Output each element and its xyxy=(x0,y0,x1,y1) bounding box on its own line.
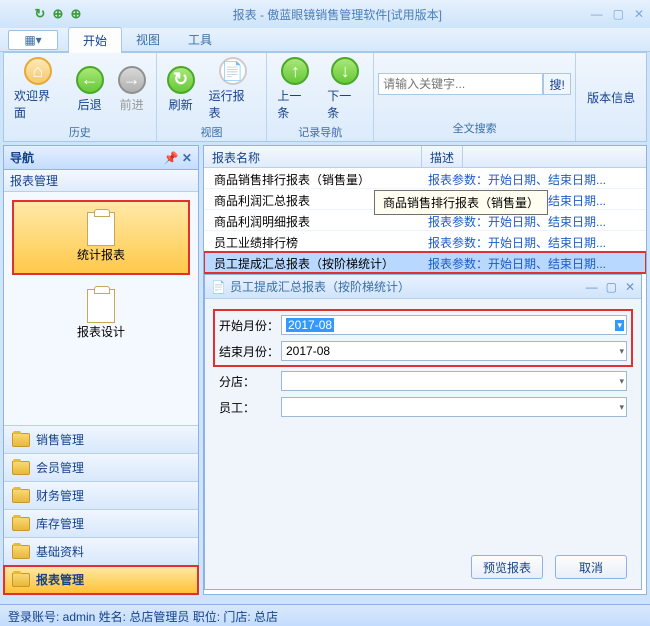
nav-panel: 导航📌 ✕ 报表管理 统计报表 报表设计 销售管理 会员管理 财务管理 库存管理… xyxy=(3,145,199,595)
branch-input[interactable]: ▾ xyxy=(281,371,627,391)
home-icon: ⌂ xyxy=(24,57,52,85)
up-icon: ↑ xyxy=(281,57,309,85)
nav-title: 导航📌 ✕ xyxy=(4,146,198,170)
clipboard-icon xyxy=(87,212,115,246)
dlg-max-icon[interactable]: ▢ xyxy=(606,280,617,294)
folder-icon xyxy=(12,517,30,531)
forward-button[interactable]: →前进 xyxy=(112,64,152,115)
chevron-down-icon[interactable]: ▾ xyxy=(619,402,624,413)
window-title: 报表 - 傲蓝眼镜销售管理软件[试用版本] xyxy=(84,6,591,23)
content-panel: 报表名称 描述 商品销售排行报表（销售量）报表参数：开始日期、结束日期... 商… xyxy=(203,145,647,595)
minimize-icon[interactable]: — xyxy=(591,7,603,21)
version-button[interactable]: 版本信息 xyxy=(576,53,646,141)
chevron-down-icon[interactable]: ▾ xyxy=(619,346,624,357)
qat-next-icon[interactable]: ⊕ xyxy=(68,6,84,22)
back-button[interactable]: ←后退 xyxy=(70,64,110,115)
ribbon-group-history: ⌂欢迎界面 ←后退 →前进 历史 xyxy=(4,53,157,141)
folder-icon xyxy=(12,461,30,475)
chevron-down-icon[interactable]: ▾ xyxy=(619,376,624,387)
search-input[interactable] xyxy=(378,73,543,95)
dlg-close-icon[interactable]: ✕ xyxy=(625,280,635,294)
grid-header: 报表名称 描述 xyxy=(204,146,646,168)
folder-icon xyxy=(12,545,30,559)
start-month-input[interactable]: 2017-08▾ xyxy=(281,315,627,335)
preview-button[interactable]: 预览报表 xyxy=(471,555,543,579)
folder-icon xyxy=(12,573,30,587)
tooltip: 商品销售排行报表（销售量） xyxy=(374,190,548,215)
nav-cat-sales[interactable]: 销售管理 xyxy=(4,426,198,454)
branch-label: 分店： xyxy=(219,373,281,390)
titlebar: ↻ ⊕ ⊕ 报表 - 傲蓝眼镜销售管理软件[试用版本] — ▢ ✕ xyxy=(0,0,650,28)
table-row[interactable]: 员工提成汇总报表（按阶梯统计）报表参数：开始日期、结束日期... xyxy=(204,252,646,273)
cancel-button[interactable]: 取消 xyxy=(555,555,627,579)
dialog-title[interactable]: 📄 员工提成汇总报表（按阶梯统计） —▢✕ xyxy=(205,275,641,299)
dlg-min-icon[interactable]: — xyxy=(586,280,598,294)
table-row[interactable]: 商品销售排行报表（销售量）报表参数：开始日期、结束日期... xyxy=(204,168,646,189)
nav-item-stats-report[interactable]: 统计报表 xyxy=(12,200,190,275)
param-dialog: 📄 员工提成汇总报表（按阶梯统计） —▢✕ 开始月份：2017-08▾ 结束月份… xyxy=(204,274,642,590)
start-month-label: 开始月份： xyxy=(219,317,281,334)
nav-section-header: 报表管理 xyxy=(4,170,198,192)
nav-item-report-design[interactable]: 报表设计 xyxy=(12,279,190,350)
maximize-icon[interactable]: ▢ xyxy=(613,7,624,21)
table-row[interactable]: 员工业绩排行榜报表参数：开始日期、结束日期... xyxy=(204,231,646,252)
ribbon-group-search: 搜! 全文搜索 xyxy=(374,53,576,141)
run-report-button[interactable]: 📄运行报表 xyxy=(203,55,263,123)
col-report-name[interactable]: 报表名称 xyxy=(204,146,422,167)
qat-prev-icon[interactable]: ⊕ xyxy=(50,6,66,22)
nav-cat-basic[interactable]: 基础资料 xyxy=(4,538,198,566)
ribbon-group-view: ↻刷新 📄运行报表 视图 xyxy=(157,53,268,141)
chevron-down-icon[interactable]: ▾ xyxy=(615,320,624,331)
nav-cat-member[interactable]: 会员管理 xyxy=(4,454,198,482)
nav-cat-finance[interactable]: 财务管理 xyxy=(4,482,198,510)
down-icon: ↓ xyxy=(331,57,359,85)
next-record-button[interactable]: ↓下一条 xyxy=(321,55,369,123)
menubar: ▦▾ 开始 视图 工具 xyxy=(0,28,650,52)
col-description[interactable]: 描述 xyxy=(422,146,463,167)
employee-input[interactable]: ▾ xyxy=(281,397,627,417)
folder-icon xyxy=(12,489,30,503)
ribbon: ⌂欢迎界面 ←后退 →前进 历史 ↻刷新 📄运行报表 视图 ↑上一条 ↓下一条 … xyxy=(3,52,647,142)
date-range-group: 开始月份：2017-08▾ 结束月份：2017-08▾ xyxy=(215,311,631,365)
refresh-button[interactable]: ↻刷新 xyxy=(161,64,201,115)
tab-start[interactable]: 开始 xyxy=(68,27,122,53)
end-month-label: 结束月份： xyxy=(219,343,281,360)
refresh-icon: ↻ xyxy=(167,66,195,94)
back-icon: ← xyxy=(76,66,104,94)
pin-icon[interactable]: 📌 ✕ xyxy=(164,151,192,165)
forward-icon: → xyxy=(118,66,146,94)
qat-refresh-icon[interactable]: ↻ xyxy=(32,6,48,22)
close-icon[interactable]: ✕ xyxy=(634,7,644,21)
nav-cat-stock[interactable]: 库存管理 xyxy=(4,510,198,538)
search-button[interactable]: 搜! xyxy=(543,73,571,95)
nav-cat-report[interactable]: 报表管理 xyxy=(4,566,198,594)
run-icon: 📄 xyxy=(219,57,247,85)
grid-body: 商品销售排行报表（销售量）报表参数：开始日期、结束日期... 商品利润汇总报表报… xyxy=(204,168,646,273)
ribbon-group-recnav: ↑上一条 ↓下一条 记录导航 xyxy=(267,53,374,141)
welcome-button[interactable]: ⌂欢迎界面 xyxy=(8,55,68,123)
app-menu-button[interactable]: ▦▾ xyxy=(8,30,58,50)
clipboard-icon xyxy=(87,289,115,323)
tab-view[interactable]: 视图 xyxy=(122,27,174,52)
quick-access-toolbar: ↻ ⊕ ⊕ xyxy=(32,6,84,22)
prev-record-button[interactable]: ↑上一条 xyxy=(271,55,319,123)
end-month-input[interactable]: 2017-08▾ xyxy=(281,341,627,361)
folder-icon xyxy=(12,433,30,447)
tab-tools[interactable]: 工具 xyxy=(174,27,226,52)
employee-label: 员工： xyxy=(219,399,281,416)
status-bar: 登录账号: admin 姓名: 总店管理员 职位: 门店: 总店 xyxy=(0,604,650,626)
